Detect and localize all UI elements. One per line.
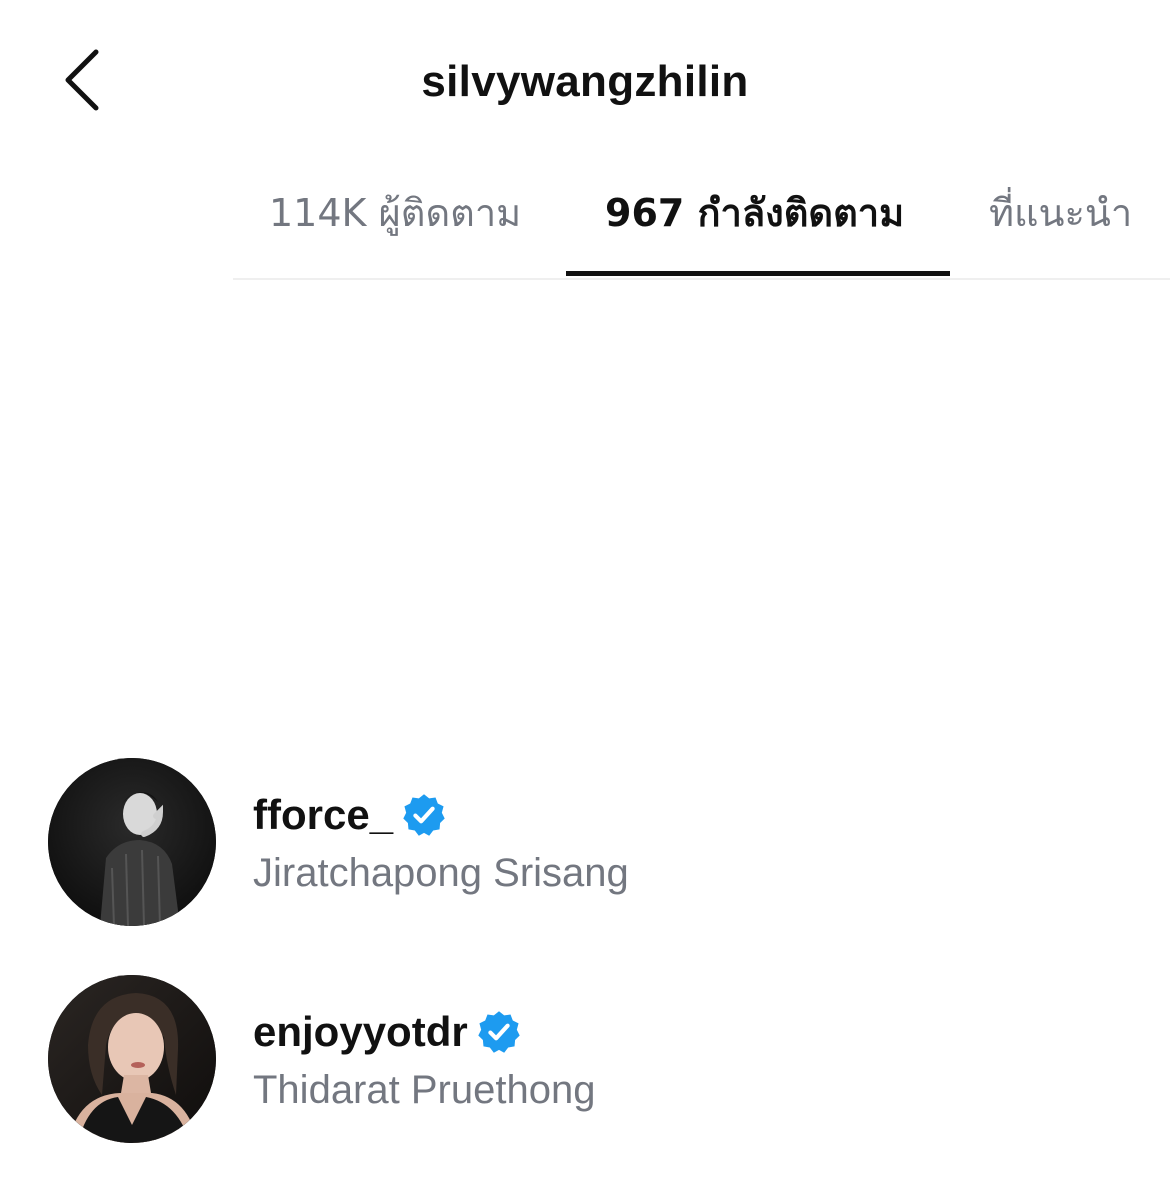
username[interactable]: enjoyyotdr	[253, 1004, 468, 1060]
username-line: fforce_	[253, 787, 447, 843]
tab-suggested[interactable]: ที่แนะนำ	[989, 188, 1132, 238]
list-item[interactable]: enjoyyotdr Thidarat Pruethong	[0, 974, 1170, 1154]
verified-badge-icon	[478, 1011, 520, 1053]
tab-bar: 114K ผู้ติดตาม 967 กำลังติดตาม ที่แนะนำ	[233, 160, 1170, 280]
avatar[interactable]	[48, 758, 216, 926]
username-line: enjoyyotdr	[253, 1004, 522, 1060]
verified-badge-icon	[403, 794, 445, 836]
active-tab-indicator	[566, 271, 950, 276]
tab-following[interactable]: 967 กำลังติดตาม	[605, 188, 904, 238]
page-title: silvywangzhilin	[421, 57, 749, 106]
avatar[interactable]	[48, 975, 216, 1143]
tab-followers[interactable]: 114K ผู้ติดตาม	[269, 188, 521, 238]
top-bar: silvywangzhilin	[0, 0, 1170, 160]
username[interactable]: fforce_	[253, 787, 393, 843]
full-name: Jiratchapong Srisang	[253, 851, 629, 895]
full-name: Thidarat Pruethong	[253, 1068, 596, 1112]
list-item[interactable]: fforce_ Jiratchapong Srisang	[0, 757, 1170, 937]
